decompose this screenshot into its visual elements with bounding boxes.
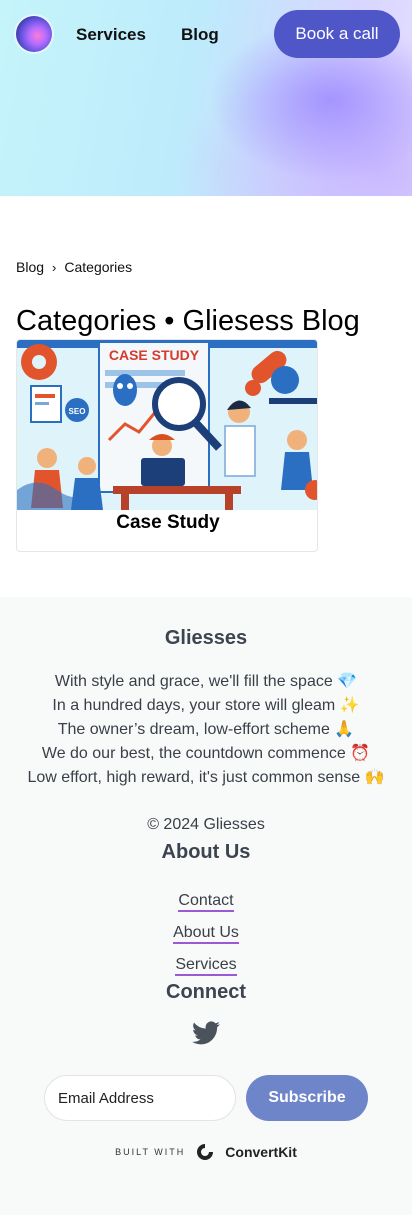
nav-blog-link[interactable]: Blog [181, 25, 219, 45]
footer-contact-link[interactable]: Contact [178, 892, 234, 912]
footer-contact-link-row: Contact [0, 892, 412, 912]
about-heading: About Us [161, 841, 251, 863]
footer-services-link[interactable]: Services [175, 956, 237, 976]
seo-badge: SEO [69, 407, 86, 416]
built-with-convertkit[interactable]: BUILT WITH ConvertKit [0, 1142, 412, 1162]
breadcrumb-current: Categories [64, 259, 133, 275]
nav-services-link[interactable]: Services [76, 25, 146, 45]
footer-about-link[interactable]: About Us [173, 924, 239, 944]
convertkit-logo-icon [197, 1144, 214, 1160]
breadcrumb: Blog › Categories [16, 259, 132, 275]
category-card-case-study[interactable]: SEO CASE STUDY Case Study [16, 339, 318, 552]
breadcrumb-blog-link[interactable]: Blog [16, 259, 44, 275]
poem-line: We do our best, the countdown commence ⏰ [41, 745, 371, 762]
breadcrumb-separator: › [52, 259, 57, 275]
book-a-call-button[interactable]: Book a call [274, 10, 400, 58]
poem-line: Low effort, high reward, it's just commo… [27, 769, 385, 786]
footer-brand: Gliesses [164, 627, 248, 649]
connect-heading: Connect [166, 981, 246, 1003]
email-input[interactable] [44, 1075, 236, 1121]
footer-services-link-row: Services [0, 956, 412, 976]
built-with-label: BUILT WITH [115, 1147, 186, 1157]
poem-line: The owner’s dream, low-effort scheme 🙏 [57, 721, 355, 738]
convertkit-name: ConvertKit [225, 1144, 297, 1160]
site-footer: Gliesses With style and grace, we'll fil… [0, 597, 412, 1215]
poem-line: With style and grace, we'll fill the spa… [54, 673, 358, 690]
case-study-image-text: CASE STUDY [109, 347, 200, 363]
gliesses-logo[interactable] [16, 16, 52, 52]
footer-about-link-row: About Us [0, 924, 412, 944]
poem-line: In a hundred days, your store will gleam… [52, 697, 360, 714]
twitter-icon[interactable] [192, 1021, 220, 1045]
subscribe-button[interactable]: Subscribe [246, 1075, 368, 1121]
case-study-illustration: SEO CASE STUDY [17, 340, 317, 510]
hero-header: Services Blog Book a call [0, 0, 412, 196]
page-title: Categories • Gliesess Blog [16, 305, 360, 337]
card-title: Case Study [116, 512, 220, 533]
copyright: © 2024 Gliesses [147, 816, 265, 833]
footer-poem: With style and grace, we'll fill the spa… [0, 670, 412, 790]
